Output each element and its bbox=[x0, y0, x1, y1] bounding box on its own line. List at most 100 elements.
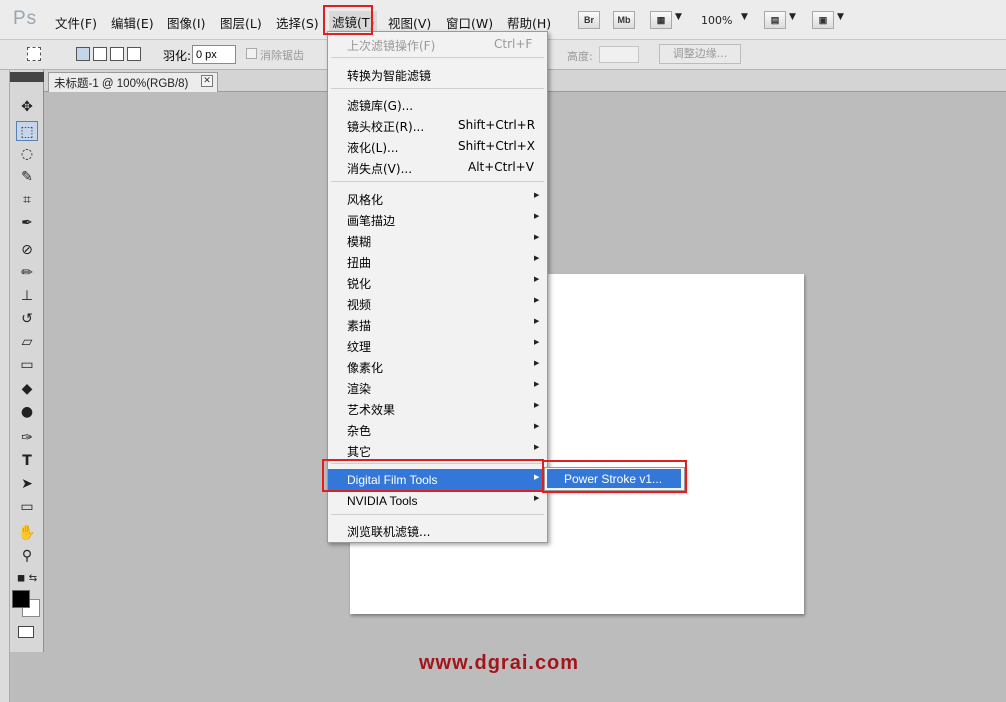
move-icon[interactable]: ✥ bbox=[16, 97, 38, 117]
add-selection-icon[interactable] bbox=[93, 47, 107, 61]
zoom-level[interactable]: 100% bbox=[701, 14, 732, 27]
menu-item-brush-strokes[interactable]: 画笔描边 bbox=[347, 212, 395, 229]
menu-item-nvidia-tools[interactable]: NVIDIA Tools bbox=[347, 494, 417, 508]
submenu-arrow-icon: ▶ bbox=[534, 296, 540, 304]
height-field[interactable] bbox=[599, 46, 639, 63]
menu-item-last-filter[interactable]: 上次滤镜操作(F) bbox=[347, 37, 435, 54]
submenu-arrow-icon: ▶ bbox=[534, 380, 540, 388]
menu-item-texture[interactable]: 纹理 bbox=[347, 338, 371, 355]
history-brush-icon[interactable]: ↺ bbox=[16, 309, 38, 329]
antialias-checkbox[interactable] bbox=[246, 48, 257, 59]
zoom-icon[interactable]: ⚲ bbox=[16, 546, 38, 566]
menu-item-sketch[interactable]: 素描 bbox=[347, 317, 371, 334]
document-tab-title: 未标题-1 @ 100%(RGB/8) bbox=[54, 78, 189, 90]
brush-icon[interactable]: ✏ bbox=[16, 263, 38, 283]
path-select-icon[interactable]: ➤ bbox=[16, 474, 38, 494]
marquee-preset-icon[interactable] bbox=[27, 47, 41, 61]
eyedropper-icon[interactable]: ✒ bbox=[16, 213, 38, 233]
feather-label: 羽化: bbox=[163, 49, 192, 63]
submenu-arrow-icon: ▶ bbox=[534, 254, 540, 262]
bridge-button[interactable]: Br bbox=[578, 11, 600, 29]
annotation-box-digital-film-tools bbox=[322, 459, 544, 492]
submenu-arrow-icon: ▶ bbox=[534, 317, 540, 325]
menu-item-blur[interactable]: 模糊 bbox=[347, 233, 371, 250]
chevron-down-icon: ▼ bbox=[675, 12, 682, 22]
menu-item-filter-gallery[interactable]: 滤镜库(G)... bbox=[347, 97, 413, 114]
height-label: 高度: bbox=[567, 50, 593, 63]
subtract-selection-icon[interactable] bbox=[110, 47, 124, 61]
menu-edit[interactable]: 编辑(E) bbox=[111, 13, 154, 32]
gradient-icon[interactable]: ▭ bbox=[16, 355, 38, 375]
close-icon[interactable]: ✕ bbox=[201, 75, 213, 87]
intersect-selection-icon[interactable] bbox=[127, 47, 141, 61]
menu-item-browse-online-filters[interactable]: 浏览联机滤镜... bbox=[347, 523, 430, 540]
arrange-documents-button[interactable]: ▤ bbox=[764, 11, 786, 29]
menu-file[interactable]: 文件(F) bbox=[55, 13, 97, 32]
menu-separator bbox=[331, 514, 544, 515]
chevron-down-icon: ▼ bbox=[789, 12, 796, 22]
healing-brush-icon[interactable]: ⊘ bbox=[16, 240, 38, 260]
annotation-box-filter-menu bbox=[323, 5, 373, 35]
screen-mode-button[interactable]: ▣ bbox=[812, 11, 834, 29]
new-selection-icon[interactable] bbox=[76, 47, 90, 61]
menu-shortcut: Shift+Ctrl+R bbox=[458, 118, 536, 132]
foreground-color-swatch[interactable] bbox=[12, 590, 30, 608]
type-icon[interactable]: T bbox=[16, 451, 38, 471]
menu-select[interactable]: 选择(S) bbox=[276, 13, 319, 32]
pen-icon[interactable]: ✑ bbox=[16, 428, 38, 448]
menu-item-artistic[interactable]: 艺术效果 bbox=[347, 401, 395, 418]
menu-item-stylize[interactable]: 风格化 bbox=[347, 191, 383, 208]
view-extras-button[interactable]: ▦ bbox=[650, 11, 672, 29]
eraser-icon[interactable]: ▱ bbox=[16, 332, 38, 352]
submenu-arrow-icon: ▶ bbox=[534, 191, 540, 199]
menu-item-vanishing-point[interactable]: 消失点(V)... bbox=[347, 160, 412, 177]
crop-icon[interactable]: ⌗ bbox=[16, 190, 38, 210]
menu-item-lens-correction[interactable]: 镜头校正(R)... bbox=[347, 118, 424, 135]
submenu-arrow-icon: ▶ bbox=[534, 359, 540, 367]
refine-edge-button[interactable]: 调整边缘... bbox=[659, 44, 741, 64]
hand-icon[interactable]: ✋ bbox=[16, 523, 38, 543]
submenu-arrow-icon: ▶ bbox=[534, 275, 540, 283]
menu-image[interactable]: 图像(I) bbox=[167, 13, 205, 32]
submenu-arrow-icon: ▶ bbox=[534, 401, 540, 409]
lasso-icon[interactable]: ◌ bbox=[16, 144, 38, 164]
panel-strip bbox=[0, 70, 10, 702]
antialias-label: 消除锯齿 bbox=[260, 49, 304, 62]
menu-separator bbox=[331, 88, 544, 89]
menu-shortcut: Shift+Ctrl+X bbox=[458, 139, 535, 153]
submenu-arrow-icon: ▶ bbox=[534, 494, 540, 502]
menu-item-noise[interactable]: 杂色 bbox=[347, 422, 371, 439]
menu-item-sharpen[interactable]: 锐化 bbox=[347, 275, 371, 292]
mini-bridge-button[interactable]: Mb bbox=[613, 11, 635, 29]
menu-item-render[interactable]: 渲染 bbox=[347, 380, 371, 397]
menu-view[interactable]: 视图(V) bbox=[388, 13, 431, 32]
menu-item-smart-filters[interactable]: 转换为智能滤镜 bbox=[347, 67, 431, 84]
quick-mask-icon[interactable] bbox=[18, 626, 34, 638]
menu-item-pixelate[interactable]: 像素化 bbox=[347, 359, 383, 376]
shape-icon[interactable]: ▭ bbox=[16, 497, 38, 517]
menu-separator bbox=[331, 57, 544, 58]
menu-separator bbox=[331, 181, 544, 182]
marquee-icon[interactable]: ⬚ bbox=[16, 121, 38, 141]
menu-shortcut: Alt+Ctrl+V bbox=[468, 160, 534, 174]
submenu-arrow-icon: ▶ bbox=[534, 443, 540, 451]
dodge-icon[interactable]: ● bbox=[16, 402, 38, 422]
menu-help[interactable]: 帮助(H) bbox=[507, 13, 551, 32]
photoshop-logo: Ps bbox=[13, 8, 38, 29]
blur-icon[interactable]: ◆ bbox=[16, 379, 38, 399]
swap-colors-icon[interactable]: ⇆ bbox=[22, 569, 44, 589]
menu-item-other[interactable]: 其它 bbox=[347, 443, 371, 460]
menu-item-distort[interactable]: 扭曲 bbox=[347, 254, 371, 271]
menu-layer[interactable]: 图层(L) bbox=[220, 13, 262, 32]
toolbox-header[interactable] bbox=[10, 72, 44, 82]
quick-select-icon[interactable]: ✎ bbox=[16, 167, 38, 187]
menu-item-liquify[interactable]: 液化(L)... bbox=[347, 139, 399, 156]
feather-input[interactable] bbox=[192, 45, 236, 64]
menu-item-video[interactable]: 视频 bbox=[347, 296, 371, 313]
clone-stamp-icon[interactable]: ⊥ bbox=[16, 286, 38, 306]
submenu-arrow-icon: ▶ bbox=[534, 233, 540, 241]
menu-window[interactable]: 窗口(W) bbox=[446, 13, 493, 32]
chevron-down-icon: ▼ bbox=[741, 12, 748, 22]
submenu-arrow-icon: ▶ bbox=[534, 212, 540, 220]
submenu-arrow-icon: ▶ bbox=[534, 338, 540, 346]
